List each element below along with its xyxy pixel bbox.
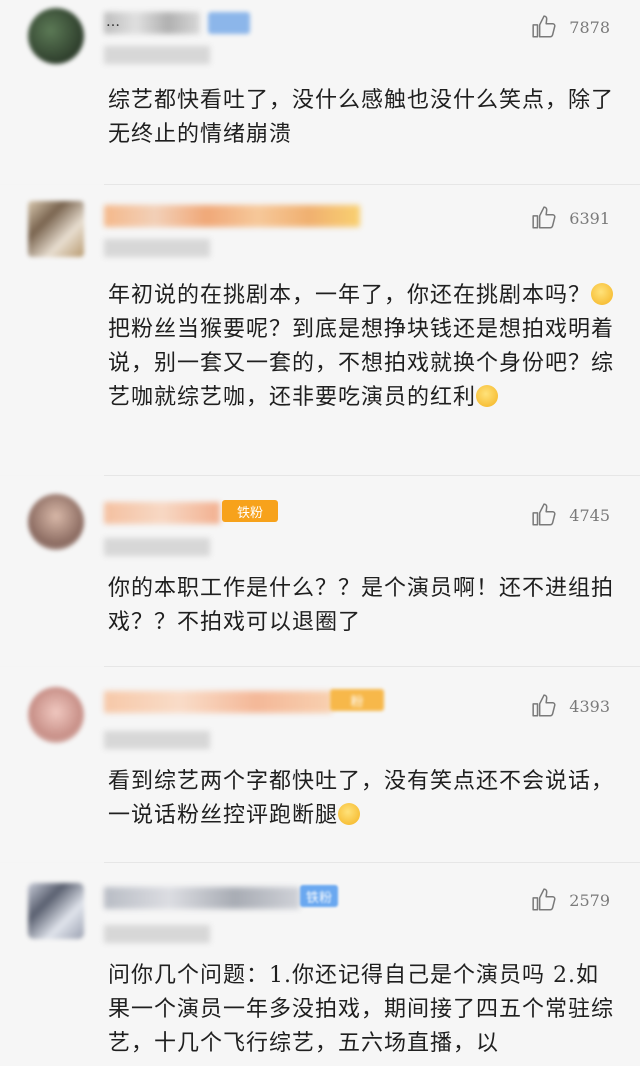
badge-text: 铁粉 [305, 890, 332, 906]
avatar[interactable] [28, 201, 84, 257]
username[interactable] [104, 691, 332, 713]
avatar[interactable] [28, 883, 84, 939]
like-count: 7878 [569, 17, 610, 37]
thumbs-up-icon [532, 503, 556, 526]
thumbs-up-icon [532, 15, 556, 38]
smirk-emoji-icon [591, 283, 614, 305]
like-button[interactable]: 4393 [531, 693, 610, 719]
comment-text-part: 把粉丝当猴要呢？到底是想挣块钱还是想拍戏明着说，别一套又一套的，不想拍戏就换个身… [108, 317, 615, 410]
comment-meta [104, 731, 210, 749]
like-count: 4745 [569, 505, 610, 525]
username[interactable] [104, 205, 360, 227]
comment-item: 粉 4393 看到综艺两个字都快吐了，没有笑点还不会说话，一说话粉丝控评跑断腿 [0, 667, 640, 862]
thumbs-up-icon [532, 888, 556, 911]
avatar[interactable] [28, 494, 84, 550]
badge-text: 粉 [350, 694, 364, 710]
avatar[interactable] [28, 687, 84, 743]
username[interactable] [104, 502, 220, 524]
fan-badge: 铁粉 [222, 500, 278, 522]
verified-badge [208, 12, 250, 34]
badge-text: 铁粉 [236, 505, 263, 521]
fan-badge: 粉 [330, 689, 384, 711]
like-button[interactable]: 2579 [531, 887, 610, 913]
comment-text: 看到综艺两个字都快吐了，没有笑点还不会说话，一说话粉丝控评跑断腿 [108, 765, 614, 833]
comment-meta [104, 46, 210, 64]
fan-badge: 铁粉 [300, 885, 338, 907]
thumbs-up-icon [532, 206, 556, 229]
like-button[interactable]: 4745 [531, 502, 610, 528]
smirk-emoji-icon [476, 385, 499, 407]
username[interactable] [104, 887, 300, 909]
like-count: 6391 [569, 208, 610, 228]
comment-text: 年初说的在挑剧本，一年了，你还在挑剧本吗？ 把粉丝当猴要呢？到底是想挣块钱还是想拍… [108, 279, 614, 415]
like-count: 4393 [569, 696, 610, 716]
username-text: … [106, 14, 120, 30]
comment-item: 铁粉 2579 问你几个问题：1.你还记得自己是个演员吗 2.如果一个演员一年多… [0, 863, 640, 1066]
comment-item: 铁粉 4745 你的本职工作是什么？？是个演员啊！还不进组拍戏？？不拍戏可以退圈… [0, 476, 640, 666]
comment-meta [104, 538, 210, 556]
comment-text: 综艺都快看吐了，没什么感触也没什么笑点，除了无终止的情绪崩溃 [108, 88, 615, 147]
comment-text: 问你几个问题：1.你还记得自己是个演员吗 2.如果一个演员一年多没拍戏，期间接了… [108, 963, 615, 1056]
like-count: 2579 [569, 890, 610, 910]
avatar[interactable] [28, 8, 84, 64]
comment-text-part: 年初说的在挑剧本，一年了，你还在挑剧本吗？ [108, 283, 592, 308]
comment-item: 6391 年初说的在挑剧本，一年了，你还在挑剧本吗？ 把粉丝当猴要呢？到底是想挣块… [0, 185, 640, 475]
comment-meta [104, 239, 210, 257]
like-button[interactable]: 6391 [531, 205, 610, 231]
comment-text-part: 看到综艺两个字都快吐了，没有笑点还不会说话，一说话粉丝控评跑断腿 [108, 769, 615, 828]
comment-text: 你的本职工作是什么？？是个演员啊！还不进组拍戏？？不拍戏可以退圈了 [108, 576, 615, 635]
flushed-emoji-icon [338, 803, 361, 825]
comment-item: … 7878 综艺都快看吐了，没什么感触也没什么笑点，除了无终止的情绪崩溃 [0, 0, 640, 184]
like-button[interactable]: 7878 [531, 14, 610, 40]
comment-meta [104, 925, 210, 943]
thumbs-up-icon [532, 694, 556, 717]
